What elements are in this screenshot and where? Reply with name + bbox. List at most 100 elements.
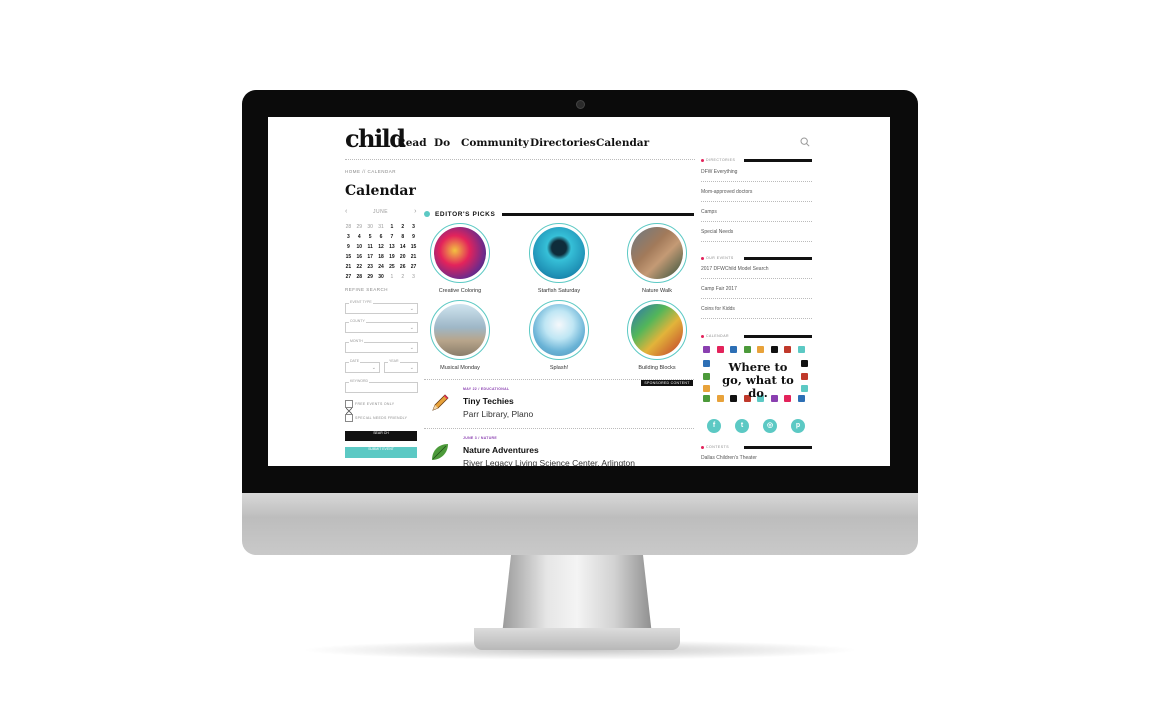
calendar-day[interactable]: 19 [386,254,397,260]
calendar-day[interactable]: 1 [386,224,397,230]
nav-read[interactable]: Read [397,137,427,149]
calendar-day[interactable]: 20 [397,254,408,260]
pick-image[interactable] [533,227,585,279]
calendar-day[interactable]: 5 [365,234,376,240]
sidebar-link[interactable]: Special Needs [701,229,733,235]
calendar-day[interactable]: 9 [343,244,354,250]
editors-pick-item[interactable]: Musical Monday [410,300,510,371]
site-logo[interactable]: child [345,124,406,153]
calendar-day[interactable]: 30 [376,274,387,280]
free-events-checkbox[interactable] [345,400,353,415]
calendar-day[interactable]: 8 [397,234,408,240]
pinterest-icon[interactable]: p [791,419,805,433]
calendar-day[interactable]: 4 [354,234,365,240]
pick-caption[interactable]: Nature Walk [607,288,707,294]
calendar-day[interactable]: 18 [376,254,387,260]
chevron-left-icon[interactable]: ‹ [345,208,348,215]
calendar-day[interactable]: 2 [397,224,408,230]
event-type-label: EVENT TYPE [349,300,373,304]
calendar-day[interactable]: 16 [354,254,365,260]
pick-caption[interactable]: Starfish Saturday [509,288,609,294]
calendar-day[interactable]: 15 [343,254,354,260]
calendar-day[interactable]: 21 [343,264,354,270]
page-title: Calendar [345,183,416,199]
editors-pick-item[interactable]: Nature Walk [607,223,707,294]
pick-caption[interactable]: Splash! [509,365,609,371]
county-select[interactable]: COUNTY ⌄ [345,319,418,333]
leaf-icon [432,444,448,460]
pick-image[interactable] [631,227,683,279]
calendar-day[interactable]: 28 [354,274,365,280]
editors-pick-item[interactable]: Starfish Saturday [509,223,609,294]
pick-caption[interactable]: Creative Coloring [410,288,510,294]
pick-image[interactable] [434,227,486,279]
chevron-down-icon: ⌄ [371,365,376,371]
pick-caption[interactable]: Building Blocks [607,365,707,371]
date-select[interactable]: DATE ⌄ [345,359,380,373]
calendar-day[interactable]: 29 [365,274,376,280]
calendar-day[interactable]: 11 [365,244,376,250]
calendar-promo-text[interactable]: Where to go, what to do. [717,361,799,400]
nav-community[interactable]: Community [461,137,529,149]
calendar-day[interactable]: 23 [365,264,376,270]
special-needs-label: SPECIAL NEEDS FRIENDLY [355,416,408,420]
doodle-icon [703,346,710,353]
calendar-day[interactable]: 24 [376,264,387,270]
month-select[interactable]: MONTH ⌄ [345,339,418,353]
calendar-day[interactable]: 7 [386,234,397,240]
editors-pick-item[interactable]: Splash! [509,300,609,371]
calendar-day[interactable]: 13 [386,244,397,250]
calendar-label: CALENDAR [706,334,730,338]
facebook-icon[interactable]: f [707,419,721,433]
calendar-day[interactable]: 29 [354,224,365,230]
calendar-day[interactable]: 31 [376,224,387,230]
calendar-day[interactable]: 27 [343,274,354,280]
events-divider [424,428,694,429]
sidebar-link[interactable]: Camp Fair 2017 [701,286,737,292]
sidebar-link[interactable]: Mom-approved doctors [701,189,752,195]
doodle-icon [770,346,778,353]
calendar-day[interactable]: 2 [397,274,408,280]
calendar-day[interactable]: 25 [386,264,397,270]
editors-pick-item[interactable]: Building Blocks [607,300,707,371]
sidebar-divider [701,318,812,319]
calendar-day[interactable]: 14 [397,244,408,250]
calendar-day[interactable]: 3 [343,234,354,240]
sidebar-link[interactable]: DFW Everything [701,169,737,175]
calendar-day[interactable]: 30 [365,224,376,230]
doodle-icon [801,385,808,392]
submit-event-button[interactable]: SUBMIT EVENT [345,447,417,458]
event-title[interactable]: Nature Adventures [463,445,539,455]
pick-image[interactable] [434,304,486,356]
calendar-day[interactable]: 28 [343,224,354,230]
keyword-input[interactable]: KEYWORD [345,379,418,393]
pick-image[interactable] [533,304,585,356]
search-icon[interactable] [800,137,810,147]
sidebar-link[interactable]: 2017 DFWChild Model Search [701,266,769,272]
breadcrumb[interactable]: HOME // CALENDAR [345,169,396,174]
nav-do[interactable]: Do [434,137,450,149]
editors-pick-item[interactable]: Creative Coloring [410,223,510,294]
twitter-icon[interactable]: t [735,419,749,433]
pick-image[interactable] [631,304,683,356]
calendar-day[interactable]: 22 [354,264,365,270]
calendar-day[interactable]: 17 [365,254,376,260]
calendar-day[interactable]: 26 [397,264,408,270]
chevron-right-icon[interactable]: › [414,208,417,215]
calendar-day[interactable]: 10 [354,244,365,250]
event-title[interactable]: Tiny Techies [463,396,514,406]
keyword-label: KEYWORD [349,379,370,383]
sidebar-link[interactable]: Camps [701,209,717,215]
calendar-day[interactable]: 6 [376,234,387,240]
event-type-select[interactable]: EVENT TYPE ⌄ [345,300,418,314]
sidebar-link[interactable]: Coins for Kidds [701,306,735,312]
pick-caption[interactable]: Musical Monday [410,365,510,371]
contest-link[interactable]: Dallas Children's Theater [701,455,757,461]
nav-directories[interactable]: Directories [530,137,596,149]
calendar-day[interactable]: 1 [386,274,397,280]
special-needs-checkbox[interactable] [345,414,353,422]
search-button[interactable]: SEAR CH [345,431,417,441]
instagram-icon[interactable]: ◎ [763,419,777,433]
calendar-day[interactable]: 12 [376,244,387,250]
nav-calendar[interactable]: Calendar [596,137,649,149]
